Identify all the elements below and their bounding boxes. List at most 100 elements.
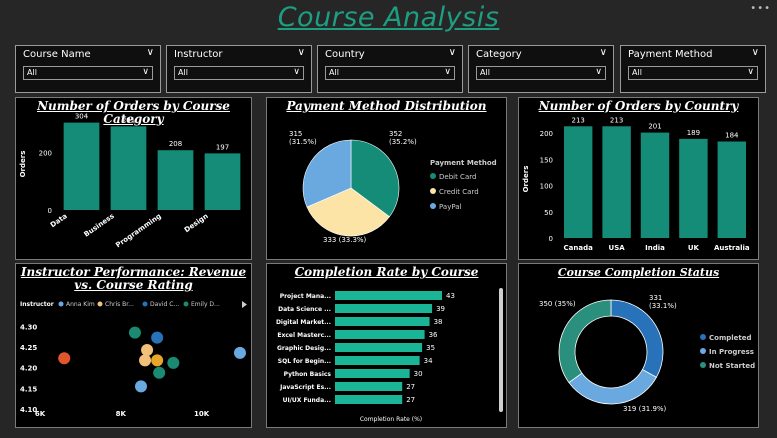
scatter-point	[135, 380, 147, 393]
scatter-point	[58, 352, 71, 365]
bar	[157, 150, 194, 210]
y-axis-label: Orders	[19, 151, 27, 178]
bar	[335, 343, 423, 352]
data-label: 36	[429, 331, 438, 339]
data-label: 331	[649, 294, 662, 302]
legend-marker	[700, 348, 706, 354]
x-tick-label: 10K	[194, 410, 210, 418]
slicer-country[interactable]: Country ∨ All ∨	[317, 45, 463, 93]
legend-marker	[142, 301, 148, 307]
y-tick-label: 4.30	[20, 323, 37, 331]
legend-marker	[700, 362, 706, 368]
payment-method-chart: 352(35.2%) 333 (33.3%) 315(31.5%) Payment M…	[289, 130, 497, 244]
legend-title: Instructor	[20, 301, 54, 308]
dropdown-arrow-icon: ∨	[293, 67, 300, 77]
dropdown-arrow-icon: ∨	[747, 67, 754, 77]
bar	[335, 356, 420, 365]
page-title: Course Analysis	[277, 2, 500, 33]
scatter-point	[153, 366, 166, 379]
data-label: 333 (33.3%)	[323, 236, 367, 244]
chevron-down-icon[interactable]: ∨	[298, 47, 305, 58]
scatter-point	[151, 354, 164, 367]
x-axis-label: Completion Rate (%)	[360, 416, 422, 423]
slicer-label: Country	[325, 49, 365, 60]
bar	[335, 291, 443, 300]
data-label: 213	[610, 116, 623, 124]
payment-method-panel: Payment Method Distribution 352 (35.2%) 33…	[266, 97, 507, 260]
chevron-down-icon[interactable]: ∨	[752, 47, 759, 58]
legend-title: Payment Method	[430, 159, 497, 167]
more-options-icon[interactable]: •••	[750, 3, 771, 14]
data-label: 38	[434, 318, 443, 326]
legend-label: David C...	[150, 301, 179, 308]
x-tick-label: UK	[688, 244, 700, 252]
orders-by-category-chart: Orders0200304Data291Business208Programmi…	[19, 113, 241, 249]
legend-marker	[58, 301, 64, 307]
slicer-dropdown[interactable]: All ∨	[325, 66, 455, 80]
legend-label: Not Started	[709, 362, 755, 370]
orders-by-country-chart: Orders 0 50 100 150 200 213 Canada 213 USA 201 Indi…	[522, 116, 750, 252]
x-tick-label: 8K	[116, 410, 127, 418]
slicer-category[interactable]: Category ∨ All ∨	[468, 45, 614, 93]
x-tick-label: Canada	[564, 244, 594, 252]
x-tick-label: 6K	[35, 410, 46, 418]
slicer-value: All	[480, 68, 490, 77]
slicer-dropdown[interactable]: All ∨	[628, 66, 758, 80]
data-label: 35	[426, 344, 435, 352]
slicer-dropdown[interactable]: All ∨	[476, 66, 606, 80]
x-tick-label: Programming	[114, 212, 162, 249]
completion-rate-chart: Project Mana... 43 Data Science ... 39 Digit…	[276, 288, 503, 423]
bar	[640, 132, 670, 238]
legend-label: Anna Kim	[66, 301, 95, 308]
y-tick-label: 0	[48, 207, 52, 215]
y-tick-label: 4.15	[20, 385, 37, 393]
legend-marker	[97, 301, 103, 307]
legend-label: In Progress	[709, 348, 754, 356]
data-label: 34	[424, 357, 433, 365]
donut-slice	[610, 299, 664, 378]
chevron-down-icon[interactable]: ∨	[600, 47, 607, 58]
slicer-dropdown[interactable]: All ∨	[23, 66, 153, 80]
y-tick-label: Project Mana...	[280, 293, 331, 300]
data-label: (33.1%)	[649, 302, 677, 310]
legend-next-icon	[242, 301, 247, 308]
donut-slice	[568, 368, 657, 405]
y-tick-label: 0	[549, 235, 553, 243]
bar	[335, 317, 430, 326]
data-label: 184	[725, 132, 739, 140]
slicer-dropdown[interactable]: All ∨	[174, 66, 304, 80]
dropdown-arrow-icon: ∨	[444, 67, 451, 77]
data-label: 201	[648, 123, 661, 131]
y-tick-label: 50	[544, 209, 553, 217]
slicer-label: Course Name	[23, 49, 91, 60]
slicer-course-name[interactable]: Course Name ∨ All ∨	[15, 45, 161, 93]
slicer-payment-method[interactable]: Payment Method ∨ All ∨	[620, 45, 766, 93]
chevron-down-icon[interactable]: ∨	[449, 47, 456, 58]
chevron-down-icon[interactable]: ∨	[147, 47, 154, 58]
bar	[335, 304, 433, 313]
x-tick-label: India	[645, 244, 665, 252]
slicer-label: Payment Method	[628, 49, 713, 60]
y-tick-label: Graphic Desig...	[277, 345, 331, 352]
slicer-instructor[interactable]: Instructor ∨ All ∨	[166, 45, 312, 93]
bar	[717, 141, 747, 238]
y-tick-label: JavaScript Es...	[279, 384, 331, 391]
scatter-point	[139, 354, 152, 367]
data-label: (35.2%)	[389, 138, 417, 146]
orders-by-category-panel: Number of Orders by Course Category Orde…	[15, 97, 252, 260]
bar	[679, 138, 708, 238]
data-label: 189	[687, 129, 700, 137]
slicer-label: Instructor	[174, 49, 223, 60]
scatter-point	[141, 344, 154, 357]
data-label: 27	[406, 396, 415, 404]
data-label: 319 (31.9%)	[623, 405, 667, 413]
completion-status-panel: Course Completion Status 331 (33.1%) 319 (…	[518, 263, 759, 428]
instructor-performance-panel: Instructor Performance: Revenue vs. Cour…	[15, 263, 252, 428]
completion-status-chart: 331(33.1%) 319 (31.9%) 350 (35%) Completed I…	[539, 294, 755, 413]
x-tick-label: Australia	[714, 244, 750, 252]
data-label: 39	[436, 305, 445, 313]
data-label: 352	[389, 130, 402, 138]
scatter-point	[151, 331, 164, 344]
y-tick-label: 4.25	[20, 344, 37, 352]
legend-label: Completed	[709, 334, 752, 342]
